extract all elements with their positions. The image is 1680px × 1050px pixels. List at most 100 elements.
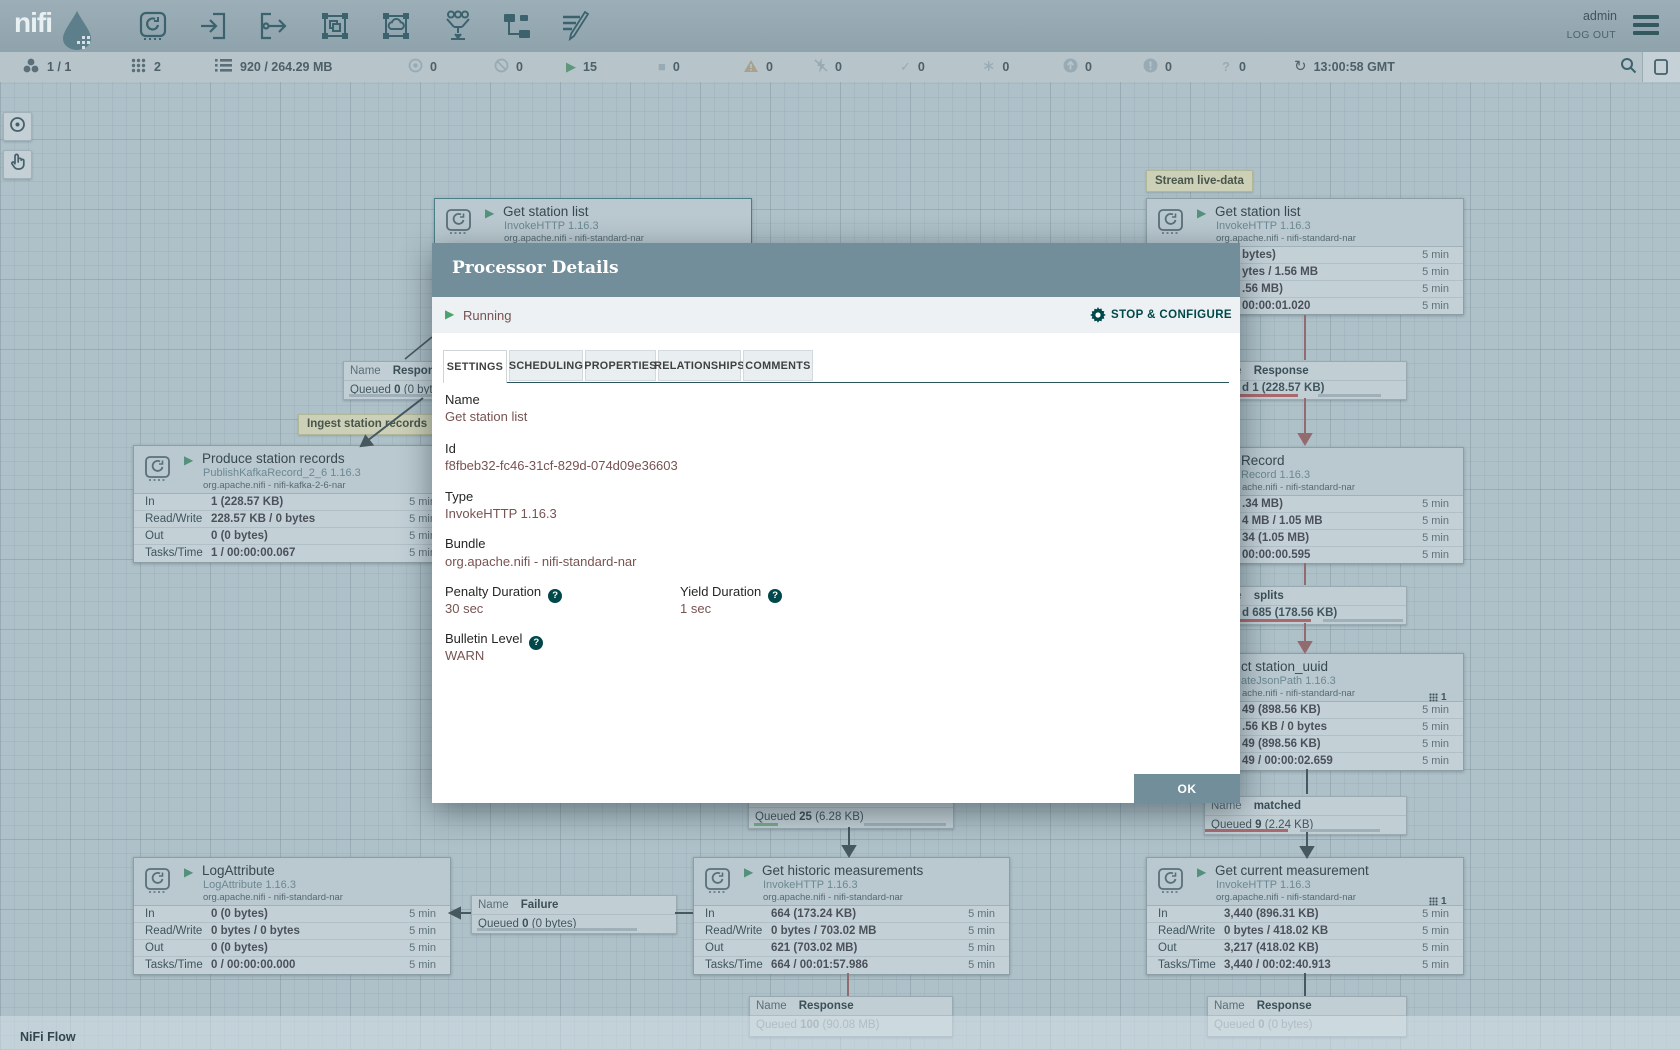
stat-tasks: 3,440 / 00:02:40.913: [1224, 959, 1331, 971]
search-icon: [1620, 57, 1637, 77]
transmitting-icon: [408, 58, 423, 76]
help-icon[interactable]: ?: [548, 589, 562, 603]
last-refresh: ↻ 13:00:58 GMT: [1294, 52, 1395, 82]
stat-tasks: 664 / 00:01:57.986: [771, 959, 868, 971]
dialog-status-bar: ▶ Running STOP & CONFIGURE: [432, 297, 1240, 333]
processor-header: ▶ Get station list InvokeHTTP 1.16.3 org…: [1147, 199, 1463, 247]
locally-modified-status: ∗ 0: [982, 52, 1009, 82]
type-field-value: InvokeHTTP 1.16.3: [445, 506, 557, 521]
processor-stamp-icon: [144, 867, 171, 899]
selection-button[interactable]: [3, 150, 32, 179]
birdseye-button[interactable]: [3, 112, 32, 141]
stat-in: 0 (0 bytes): [211, 908, 268, 920]
stale-status: 0: [1063, 52, 1092, 82]
input-port-icon[interactable]: [198, 10, 230, 42]
stat-in: .34 MB): [1242, 498, 1283, 510]
running-icon: ▶: [566, 52, 576, 82]
ok-button[interactable]: OK: [1134, 774, 1240, 803]
stat-in: 664 (173.24 KB): [771, 908, 856, 920]
stat-out: 49 (898.56 KB): [1242, 738, 1321, 750]
stat-in: 1 (228.57 KB): [211, 496, 283, 508]
cluster-icon: [22, 57, 40, 78]
processor-icon[interactable]: [137, 10, 169, 42]
processor-get-current-measurement[interactable]: ▶ Get current measurement InvokeHTTP 1.1…: [1146, 857, 1464, 975]
funnel-icon[interactable]: [442, 10, 474, 42]
tab-properties[interactable]: PROPERTIES: [585, 350, 656, 381]
not-transmitting-status: 0: [494, 52, 523, 82]
bulletin-level-value: WARN: [445, 648, 484, 663]
processor-bundle: org.apache.nifi - nifi-standard-nar: [203, 892, 343, 903]
locally-modified-stale-status: 0: [1143, 52, 1172, 82]
stat-out: 621 (703.02 MB): [771, 942, 857, 954]
template-icon[interactable]: [501, 10, 533, 42]
logout-link[interactable]: LOG OUT: [1567, 29, 1616, 41]
breadcrumb[interactable]: NiFi Flow: [20, 1030, 76, 1044]
processor-title: Get current measurement: [1215, 863, 1369, 878]
running-icon: ▶: [445, 307, 454, 321]
running-icon: ▶: [184, 865, 193, 879]
bundle-field-value: org.apache.nifi - nifi-standard-nar: [445, 554, 637, 569]
processor-bundle: org.apache.nifi - nifi-kafka-2-6-nar: [203, 480, 346, 491]
current-user-label: admin: [1583, 9, 1617, 23]
tab-comments[interactable]: COMMENTS: [743, 350, 813, 381]
processor-log-attribute[interactable]: ▶ LogAttribute LogAttribute 1.16.3 org.a…: [133, 857, 451, 975]
running-icon: ▶: [184, 453, 193, 467]
search-button[interactable]: [1620, 52, 1637, 82]
processor-type: PublishKafkaRecord_2_6 1.16.3: [203, 467, 361, 479]
up-to-date-icon: ✓: [900, 52, 911, 82]
processor-type: InvokeHTTP 1.16.3: [763, 879, 858, 891]
process-group-icon[interactable]: [319, 10, 351, 42]
dialog-title: Processor Details: [452, 258, 619, 278]
processor-title: LogAttribute: [202, 863, 275, 878]
tab-scheduling[interactable]: SCHEDULING: [509, 350, 583, 381]
type-field-label: Type: [445, 489, 473, 504]
processor-title: ct station_uuid: [1241, 659, 1328, 674]
processor-bundle: ache.nifi - nifi-standard-nar: [1242, 688, 1355, 699]
name-field-label: Name: [445, 392, 480, 407]
stat-tasks: 1 / 00:00:00.067: [211, 547, 295, 559]
processor-title: Get historic measurements: [762, 863, 923, 878]
processor-produce-station-records[interactable]: ▶ Produce station records PublishKafkaRe…: [133, 445, 451, 563]
label-icon[interactable]: [560, 10, 592, 42]
connection-response-historic[interactable]: NameResponse Queued 100 (90.08 MB): [749, 996, 953, 1037]
group-label-ingest[interactable]: Ingest station records: [298, 414, 436, 435]
tab-settings[interactable]: SETTINGS: [443, 350, 507, 383]
help-icon[interactable]: ?: [768, 589, 782, 603]
flow-status-bar: 1 / 1 2 920 / 264.29 MB 0 0 ▶ 15 ■ 0 0: [0, 52, 1680, 83]
id-field-label: Id: [445, 441, 456, 456]
connection-response-current[interactable]: NameResponse Queued 0 (0 bytes): [1207, 996, 1407, 1037]
birdseye-toggle-button[interactable]: [1643, 52, 1680, 82]
bundle-field-label: Bundle: [445, 536, 485, 551]
transmitting-status: 0: [408, 52, 437, 82]
output-port-icon[interactable]: [257, 10, 289, 42]
processor-type: InvokeHTTP 1.16.3: [504, 220, 599, 232]
processor-stamp-icon: [445, 208, 472, 240]
processor-type: InvokeHTTP 1.16.3: [1216, 879, 1311, 891]
tab-relationships[interactable]: RELATIONSHIPS: [658, 350, 741, 381]
stat-readwrite: 228.57 KB / 0 bytes: [211, 513, 315, 525]
remote-process-group-icon[interactable]: [380, 10, 412, 42]
stat-tasks: 00:00:00.595: [1242, 549, 1310, 561]
panel-icon: [1654, 59, 1668, 80]
stat-in: bytes): [1242, 249, 1276, 261]
stopped-icon: ■: [658, 52, 666, 82]
processor-header: ▶ Get station list InvokeHTTP 1.16.3 org…: [435, 199, 751, 247]
queue-progress-bar: [1318, 394, 1381, 397]
processor-get-historic-measurements[interactable]: ▶ Get historic measurements InvokeHTTP 1…: [693, 857, 1010, 975]
stop-and-configure-button[interactable]: STOP & CONFIGURE: [1090, 307, 1232, 323]
threads-status: 2: [131, 52, 161, 82]
processor-type: LogAttribute 1.16.3: [203, 879, 296, 891]
help-icon[interactable]: ?: [529, 636, 543, 650]
group-label-stream[interactable]: Stream live-data: [1146, 170, 1253, 192]
threads-grid-icon: [131, 58, 146, 76]
processor-stamp-icon: [1157, 208, 1184, 240]
sync-failure-status: ? 0: [1222, 52, 1246, 82]
stat-readwrite: 0 bytes / 703.02 MB: [771, 925, 876, 937]
disabled-icon: [814, 58, 828, 76]
processor-title: Get station list: [503, 204, 589, 219]
app-header: nifi admin LOG OUT: [0, 0, 1680, 52]
stat-tasks: 49 / 00:00:02.659: [1242, 755, 1333, 767]
connection-failure[interactable]: NameFailure Queued 0 (0 bytes): [471, 895, 677, 934]
global-menu-button[interactable]: [1633, 15, 1659, 37]
refresh-icon[interactable]: ↻: [1294, 52, 1307, 82]
